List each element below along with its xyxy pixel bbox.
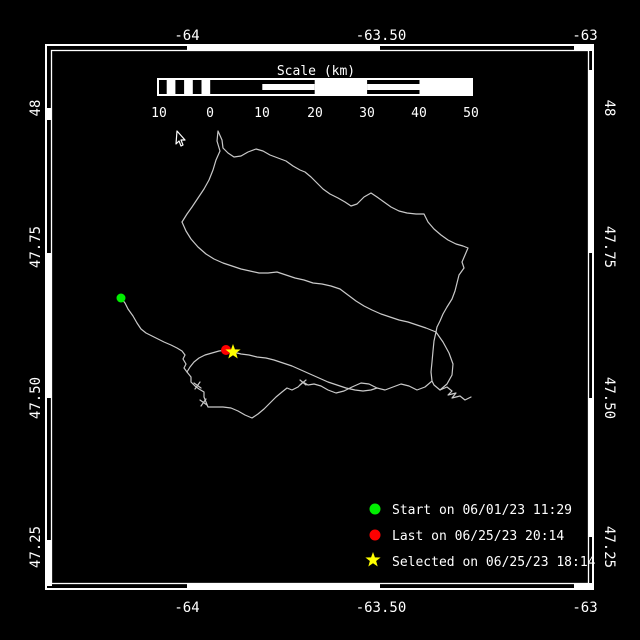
top-axis-label-3: -63 [572, 28, 597, 44]
zebra-right-2 [588, 398, 594, 537]
legend-item-start: Start on 06/01/23 11:29 [369, 503, 572, 518]
right-axis-label-4: 47.25 [601, 526, 617, 568]
track-segment [181, 130, 469, 419]
start-marker[interactable] [116, 293, 126, 303]
track-segment [193, 379, 307, 407]
scale-seg-sub2 [184, 80, 193, 94]
legend-last-label: Last on 06/25/23 20:14 [392, 529, 564, 544]
legend-item-selected: Selected on 06/25/23 18:14 [365, 552, 596, 570]
bottom-axis-label-3: -63 [572, 600, 597, 616]
zebra-top-2 [574, 45, 593, 51]
legend: Start on 06/01/23 11:29 Last on 06/25/23… [365, 503, 596, 570]
bottom-axis-label-1: -64 [174, 600, 199, 616]
scale-seg-sub3 [201, 80, 211, 94]
track-paths [120, 130, 472, 419]
last-legend-icon [369, 529, 381, 541]
zebra-left-3 [46, 540, 52, 586]
legend-item-last: Last on 06/25/23 20:14 [369, 529, 564, 544]
scale-seg-30-40 [367, 84, 420, 90]
scale-tick-0: 10 [151, 106, 167, 121]
left-axis-label-2: 47.75 [28, 226, 44, 268]
top-axis-label-2: -63.50 [356, 28, 407, 44]
zebra-left-1 [46, 108, 52, 120]
left-axis-label-3: 47.50 [28, 377, 44, 419]
scale-tick-2: 10 [254, 106, 270, 121]
track-segment [439, 386, 472, 401]
zebra-top-1 [187, 45, 380, 51]
scale-seg-40-50 [419, 80, 472, 94]
scale-tick-5: 40 [411, 106, 427, 121]
track-segment [120, 297, 188, 373]
map-canvas[interactable]: -64 -63.50 -63 -64 -63.50 -63 48 47.75 4… [0, 0, 640, 640]
track-map-window: -64 -63.50 -63 -64 -63.50 -63 48 47.75 4… [0, 0, 640, 640]
scale-tick-1: 0 [206, 106, 214, 121]
scale-seg-sub1 [166, 80, 176, 94]
scale-tick-4: 30 [359, 106, 375, 121]
scale-bar-title: Scale (km) [277, 64, 355, 79]
top-axis-label-1: -64 [174, 28, 199, 44]
bottom-axis-label-2: -63.50 [356, 600, 407, 616]
left-axis-label-1: 48 [28, 100, 44, 117]
zebra-bottom-2 [574, 583, 593, 589]
legend-selected-label: Selected on 06/25/23 18:14 [392, 555, 596, 570]
left-axis-label-4: 47.25 [28, 526, 44, 568]
zebra-left-2 [46, 253, 52, 398]
zebra-bottom-1 [187, 583, 380, 589]
right-axis-label-1: 48 [601, 100, 617, 117]
zebra-right-1 [588, 70, 594, 253]
scale-tick-6: 50 [463, 106, 479, 121]
selected-legend-star-icon [365, 552, 381, 567]
legend-start-label: Start on 06/01/23 11:29 [392, 503, 572, 518]
start-legend-icon [369, 503, 381, 515]
scale-seg-10-20 [262, 84, 315, 90]
track-segment [181, 221, 437, 333]
scale-seg-20-30 [314, 80, 368, 94]
track-segment [431, 331, 454, 391]
right-axis-label-2: 47.75 [601, 226, 617, 268]
scale-tick-3: 20 [307, 106, 323, 121]
right-axis-label-3: 47.50 [601, 377, 617, 419]
mouse-cursor-icon [175, 130, 186, 147]
track-segment [186, 349, 227, 373]
scale-bar: Scale (km) 10 0 10 20 30 40 50 [151, 64, 479, 121]
